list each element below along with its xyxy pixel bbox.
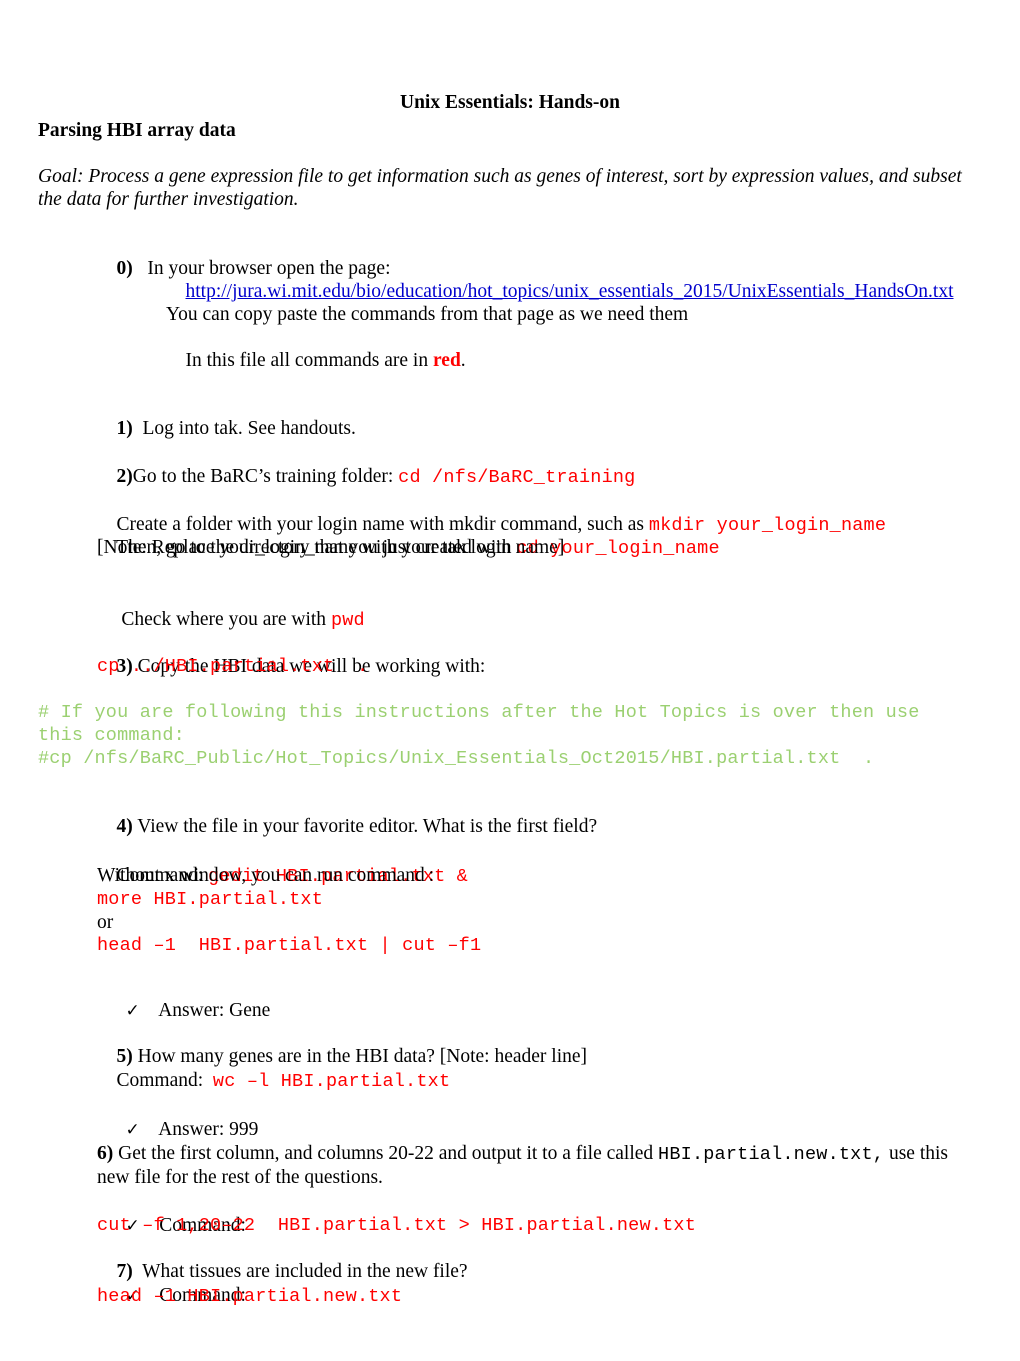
step-1-gap xyxy=(133,418,143,439)
step-4-or-label: or xyxy=(97,912,114,933)
goal-line-2: the data for further investigation. xyxy=(38,189,299,210)
step-6-line-2: new file for the rest of the questions. xyxy=(97,1167,383,1188)
section-heading: Parsing HBI array data xyxy=(38,120,236,141)
head-cut-command: head –1 HBI.partial.txt | cut –f1 xyxy=(97,935,482,956)
answer-gap xyxy=(140,1119,158,1140)
step-0-note-2-suffix: . xyxy=(460,350,466,371)
checkmark-icon: ✓ xyxy=(125,1120,140,1140)
step-6-text-part1: Get the first column, and columns 20-22 … xyxy=(118,1143,659,1164)
step-6: 6) Get the first column, and columns 20-… xyxy=(97,1142,997,1167)
step-1-text: Log into tak. See handouts. xyxy=(142,418,356,439)
step-6-text-part2: use this xyxy=(884,1143,949,1164)
checkmark-icon: ✓ xyxy=(125,1001,140,1021)
step-2-text: Go to the BaRC’s training folder: xyxy=(132,466,399,487)
step-0-note-1: You can copy paste the commands from tha… xyxy=(166,304,689,325)
cp-command: cp ../HBI.partial.txt . xyxy=(97,656,369,677)
step-4-without-x: Without x window, you can run command : xyxy=(97,865,435,886)
more-command: more HBI.partial.txt xyxy=(97,889,324,910)
comment-line-3: #cp /nfs/BaRC_Public/Hot_Topics/Unix_Ess… xyxy=(38,748,875,769)
step-4-number: 4) xyxy=(116,816,133,837)
cut-command: cut –f 1,20–22 HBI.partial.txt > HBI.par… xyxy=(97,1215,696,1236)
step-2-number: 2) xyxy=(116,466,133,487)
wc-command: wc –l HBI.partial.txt xyxy=(212,1071,451,1092)
step-5-command-label: Command: xyxy=(116,1070,213,1091)
step-0-number: 0) xyxy=(116,258,133,279)
answer-gap xyxy=(140,1000,158,1021)
step-0-text xyxy=(133,258,148,279)
step-4-answer-text: Answer: Gene xyxy=(158,1000,271,1021)
step-1-number: 1) xyxy=(116,418,133,439)
comment-line-2: this command: xyxy=(38,725,185,746)
document-page: Unix Essentials: Hands-on Parsing HBI ar… xyxy=(0,0,1020,1361)
goal-line-1: Goal: Process a gene expression file to … xyxy=(38,166,962,187)
handson-url-link[interactable]: http://jura.wi.mit.edu/bio/education/hot… xyxy=(186,281,954,302)
step-2-command: cd /nfs/BaRC_training xyxy=(398,467,636,488)
page-title: Unix Essentials: Hands-on xyxy=(400,92,620,113)
comment-line-1: # If you are following this instructions… xyxy=(38,702,920,723)
step-6-number: 6) xyxy=(97,1143,114,1164)
head-new-command: head –1 HBI.partial.new.txt xyxy=(97,1286,403,1307)
step-2-note: [Note: Replace your_login_name with your… xyxy=(97,537,565,558)
step-2-check-prefix: Check where you are with xyxy=(116,609,331,630)
step-6-filename: HBI.partial.new.txt, xyxy=(658,1144,885,1165)
step-0-note-2: In this file all commands are in red. xyxy=(166,326,466,395)
pwd-command: pwd xyxy=(330,610,365,631)
step-0-note-2-prefix: In this file all commands are in xyxy=(185,350,433,371)
step-5-answer-text: Answer: 999 xyxy=(158,1119,259,1140)
step-4-text: View the file in your favorite editor. W… xyxy=(137,816,598,837)
red-keyword: red xyxy=(432,350,461,371)
